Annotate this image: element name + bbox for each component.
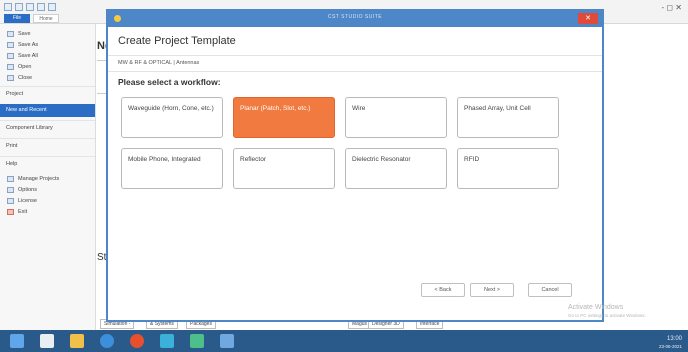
internet-explorer-icon[interactable] [100, 334, 114, 348]
menu-project[interactable]: Project [0, 86, 95, 101]
clock-date: 23-06-2021 [658, 344, 682, 349]
workflow-planar[interactable]: Planar (Patch, Slot, etc.) [233, 97, 335, 138]
activate-line-2: Go to PC settings to activate Windows. [568, 313, 646, 318]
menu-manage-projects[interactable]: Manage Projects [0, 173, 95, 184]
workflow-prompt: Please select a workflow: [118, 77, 221, 87]
save-all-icon [7, 52, 14, 59]
menu-exit[interactable]: Exit [0, 206, 95, 217]
next-button[interactable]: Next > [470, 283, 514, 297]
menu-print[interactable]: Print [0, 138, 95, 153]
create-project-template-dialog: CST STUDIO SUITE ✕ Create Project Templa… [106, 9, 604, 322]
cst-icon[interactable] [220, 334, 234, 348]
menu-help[interactable]: Help [0, 156, 95, 171]
close-file-icon [7, 74, 14, 81]
back-button[interactable]: < Back [421, 283, 465, 297]
system-clock[interactable]: 13:00 23-06-2021 [659, 336, 682, 350]
start-icon[interactable] [10, 334, 24, 348]
workflow-mobile-phone[interactable]: Mobile Phone, Integrated [121, 148, 223, 189]
backstage-menu: Save Save As Save All Open Close Project… [0, 24, 96, 330]
menu-label: Options [18, 186, 37, 193]
menu-label: Save As [18, 41, 39, 48]
save-as-icon [7, 41, 14, 48]
browser-icon[interactable] [130, 334, 144, 348]
divider [108, 55, 602, 56]
options-icon [7, 186, 14, 193]
app-icon[interactable] [160, 334, 174, 348]
workflow-dielectric-resonator[interactable]: Dielectric Resonator [345, 148, 447, 189]
menu-label: Save [18, 30, 31, 37]
file-explorer-icon[interactable] [70, 334, 84, 348]
quick-access-toolbar [4, 3, 56, 11]
activate-line-1: Activate Windows [568, 304, 624, 311]
redo-icon[interactable] [37, 3, 45, 11]
save-icon[interactable] [15, 3, 23, 11]
menu-open[interactable]: Open [0, 61, 95, 72]
close-icon[interactable]: ✕ [578, 13, 598, 24]
menu-label: License [18, 197, 37, 204]
menu-close[interactable]: Close [0, 72, 95, 83]
menu-new-and-recent[interactable]: New and Recent [0, 104, 95, 117]
taskbar: 13:00 23-06-2021 [0, 330, 688, 352]
cancel-button[interactable]: Cancel [528, 283, 572, 297]
window-controls[interactable]: - ◻ ✕ [662, 3, 682, 12]
menu-license[interactable]: License [0, 195, 95, 206]
menu-save[interactable]: Save [0, 28, 95, 39]
menu-save-all[interactable]: Save All [0, 50, 95, 61]
breadcrumb: MW & RF & OPTICAL | Antennas [118, 60, 200, 66]
divider [108, 71, 602, 72]
save-icon [7, 30, 14, 37]
dialog-header: Create Project Template [118, 35, 236, 47]
workflow-waveguide[interactable]: Waveguide (Horn, Cone, etc.) [121, 97, 223, 138]
menu-save-as[interactable]: Save As [0, 39, 95, 50]
app-icon[interactable] [4, 3, 12, 11]
menu-label: Manage Projects [18, 175, 60, 182]
tab-home[interactable]: Home [33, 14, 59, 23]
new-icon[interactable] [48, 3, 56, 11]
projects-icon [7, 175, 14, 182]
workflow-reflector[interactable]: Reflector [233, 148, 335, 189]
workflow-rfid[interactable]: RFID [457, 148, 559, 189]
menu-label: Close [18, 74, 33, 81]
dialog-window-title: CST STUDIO SUITE [327, 14, 383, 20]
menu-label: Save All [18, 52, 38, 59]
app-icon[interactable] [190, 334, 204, 348]
menu-component-library[interactable]: Component Library [0, 120, 95, 135]
license-icon [7, 197, 14, 204]
desktop-icon[interactable] [40, 334, 54, 348]
workflow-wire[interactable]: Wire [345, 97, 447, 138]
tab-file[interactable]: File [4, 14, 30, 23]
undo-icon[interactable] [26, 3, 34, 11]
menu-options[interactable]: Options [0, 184, 95, 195]
exit-icon [7, 208, 14, 215]
clock-time: 13:00 [666, 336, 682, 342]
dialog-titlebar[interactable]: CST STUDIO SUITE ✕ [108, 11, 602, 27]
folder-icon [7, 63, 14, 70]
workflow-phased-array[interactable]: Phased Array, Unit Cell [457, 97, 559, 138]
activate-windows-watermark: Activate Windows Go to PC settings to ac… [568, 304, 646, 320]
menu-label: Open [18, 63, 32, 70]
menu-label: Exit [18, 208, 28, 215]
